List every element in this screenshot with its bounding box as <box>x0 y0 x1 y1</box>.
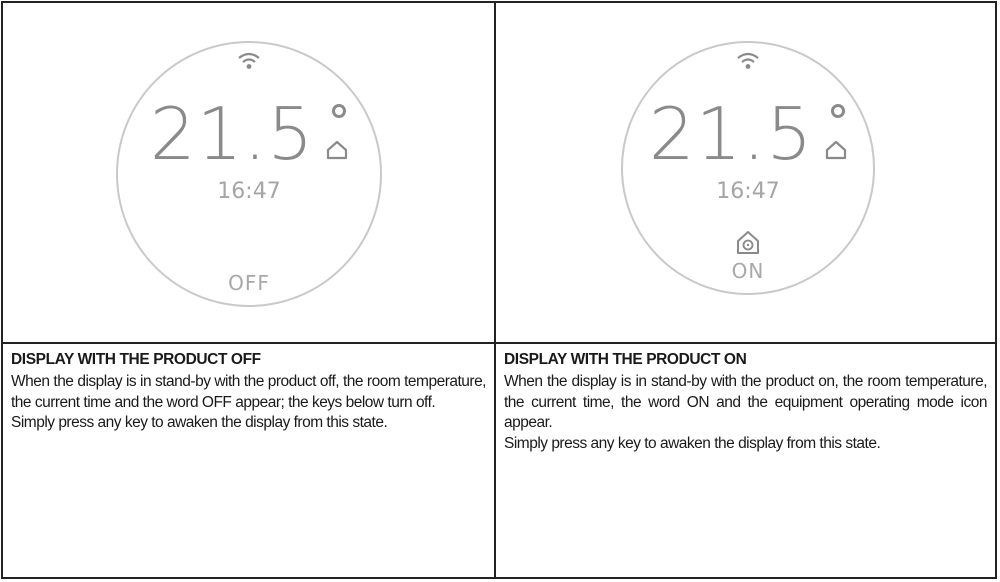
degree-icon <box>831 104 846 118</box>
home-mode-icon <box>737 231 759 254</box>
power-state-label: ON <box>731 259 765 283</box>
power-state-label: OFF <box>228 271 270 295</box>
wifi-icon <box>737 52 759 69</box>
display-on-image-cell: 21.5 16:47 ON <box>496 3 995 342</box>
description-paragraph: Simply press any key to awaken the displ… <box>504 434 881 452</box>
description-paragraph: When the display is in stand-by with the… <box>11 373 487 411</box>
home-icon <box>826 140 847 160</box>
degree-icon <box>332 104 347 118</box>
thermostat-display-off: 21.5 16:47 OFF <box>116 41 382 307</box>
home-icon <box>327 140 348 160</box>
temperature-readout: 21.5 <box>623 98 873 170</box>
section-heading: DISPLAY WITH THE PRODUCT ON <box>504 351 747 368</box>
current-time: 16:47 <box>716 179 780 204</box>
section-heading: DISPLAY WITH THE PRODUCT OFF <box>11 351 261 368</box>
comparison-table: 21.5 16:47 OFF 21.5 16:47 ON DISPLAY WIT… <box>1 1 997 579</box>
description-paragraph: Simply press any key to awaken the displ… <box>11 414 388 431</box>
display-off-description: DISPLAY WITH THE PRODUCT OFF When the di… <box>3 344 494 577</box>
temperature-readout: 21.5 <box>118 98 380 170</box>
description-paragraph: When the display is in stand-by with the… <box>504 373 988 431</box>
thermostat-display-on: 21.5 16:47 ON <box>621 41 875 295</box>
display-off-image-cell: 21.5 16:47 OFF <box>3 3 494 342</box>
temperature-value: 21.5 <box>648 92 814 176</box>
display-on-description: DISPLAY WITH THE PRODUCT ON When the dis… <box>496 344 995 577</box>
temperature-value: 21.5 <box>149 92 315 176</box>
current-time: 16:47 <box>217 179 281 204</box>
wifi-icon <box>238 52 260 69</box>
